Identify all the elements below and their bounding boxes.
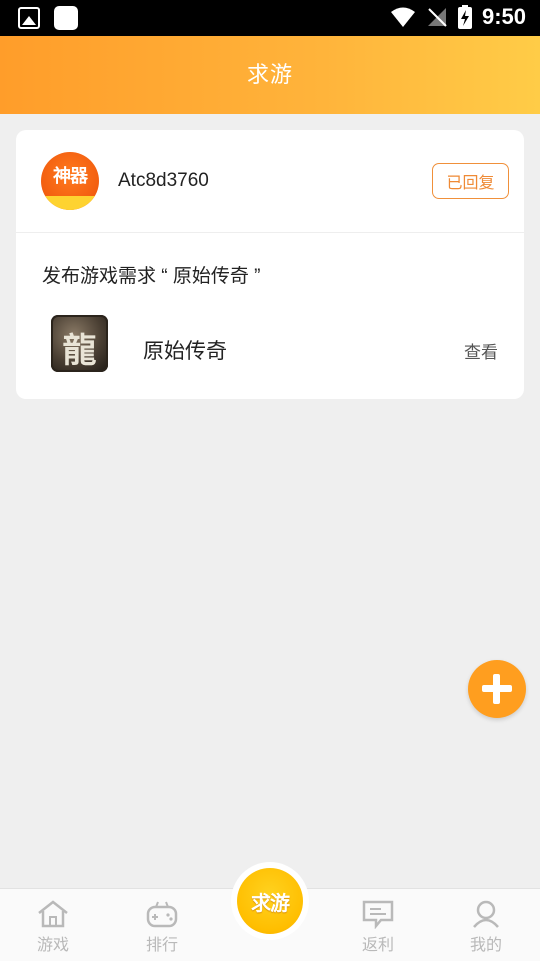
battery-charging-icon (457, 5, 472, 29)
replied-status-button[interactable]: 已回复 (432, 163, 509, 199)
home-icon (38, 900, 68, 928)
request-card: 神器 Atc8d3760 已回复 发布游戏需求 “ 原始传奇 ” 龍 原始传奇 … (16, 130, 524, 399)
nav-label-rebate: 返利 (361, 937, 394, 954)
nav-label-request: 求游 (251, 892, 290, 915)
app-header: 求游 (0, 36, 540, 114)
card-divider (16, 232, 524, 233)
clock: 9:50 (481, 4, 526, 29)
app-notification-icon (54, 6, 78, 30)
avatar[interactable]: 神器 (41, 152, 99, 210)
nav-item-rebate[interactable]: 返利 (348, 899, 408, 955)
user-icon (473, 900, 499, 928)
nav-item-request[interactable]: 求游 (231, 862, 309, 940)
request-description: 发布游戏需求 “ 原始传奇 ” (42, 266, 261, 287)
image-notification-icon (18, 7, 40, 29)
no-signal-icon (427, 8, 447, 27)
request-game-icon: 求游 (237, 868, 303, 934)
nav-label-ranking: 排行 (145, 937, 178, 954)
username: Atc8d3760 (118, 170, 209, 191)
avatar-logo-text: 神器 (53, 166, 88, 186)
nav-label-mine: 我的 (469, 937, 502, 954)
wifi-icon (390, 7, 415, 27)
nav-item-mine[interactable]: 我的 (456, 899, 516, 955)
nav-item-ranking[interactable]: 排行 (132, 899, 192, 955)
nav-item-games[interactable]: 游戏 (23, 899, 83, 955)
game-icon-glyph: 龍 (62, 331, 97, 371)
nav-label-games: 游戏 (36, 937, 69, 954)
status-bar: 9:50 (0, 0, 540, 36)
status-notifications (18, 6, 78, 30)
add-request-button[interactable] (468, 660, 526, 718)
gamepad-icon (146, 901, 178, 928)
game-name[interactable]: 原始传奇 (143, 335, 227, 365)
status-indicators: 9:50 (390, 4, 526, 30)
view-button[interactable]: 查看 (464, 338, 498, 363)
avatar-logo-band (41, 196, 99, 210)
game-icon[interactable]: 龍 (51, 315, 108, 372)
plus-icon-vertical (493, 674, 500, 704)
page-title: 求游 (246, 62, 293, 87)
message-icon (362, 900, 394, 929)
